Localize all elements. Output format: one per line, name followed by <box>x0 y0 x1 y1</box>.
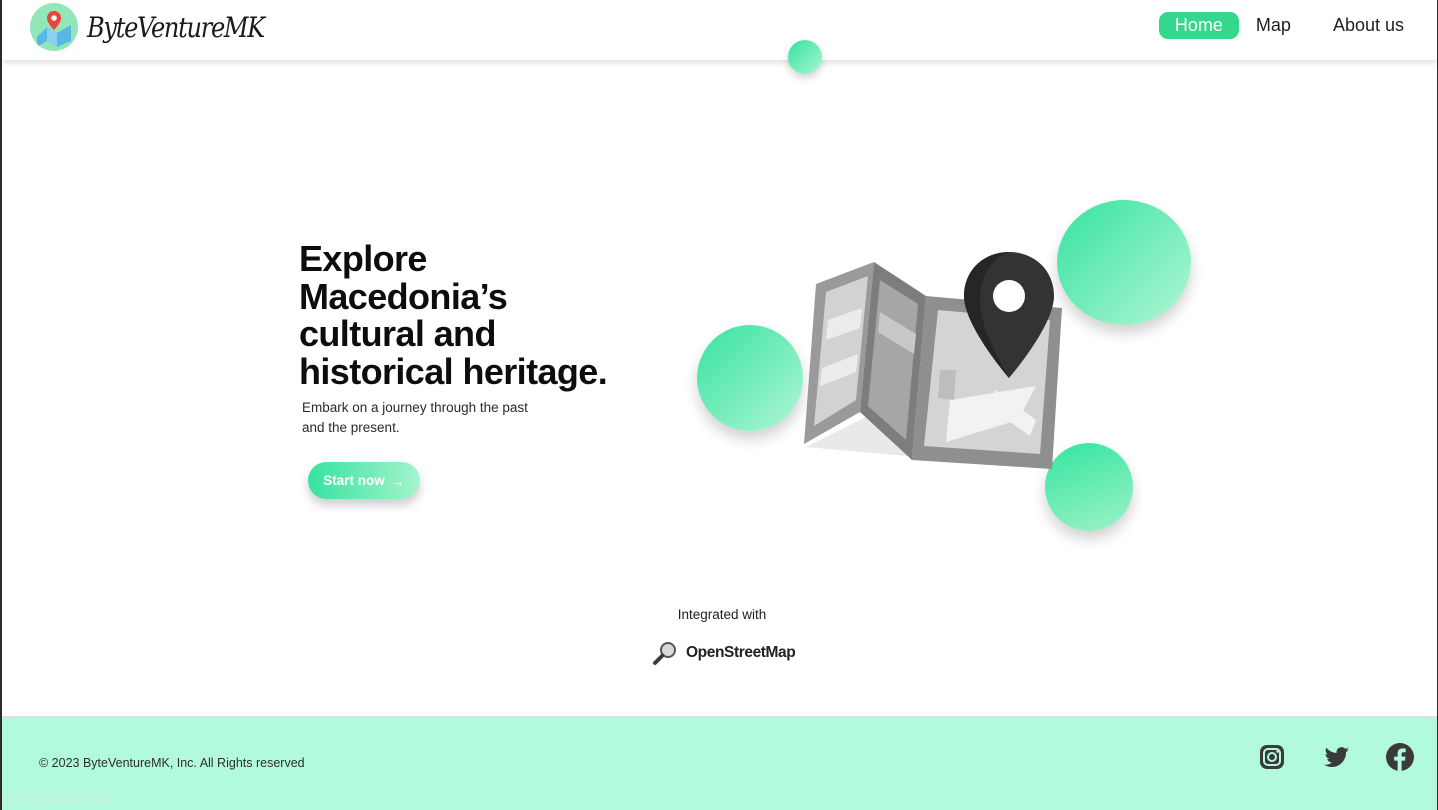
openstreetmap-logo[interactable]: OpenStreetMap <box>652 640 796 666</box>
hero-title: Explore Macedonia’s cultural and histori… <box>299 238 608 392</box>
copyright-text: © 2023 ByteVentureMK, Inc. All Rights re… <box>39 756 305 770</box>
nav-map[interactable]: Map <box>1249 12 1298 39</box>
brand-name: ByteVentureMK <box>87 10 265 44</box>
decorative-bubble-left <box>697 325 803 431</box>
nav-home[interactable]: Home <box>1158 12 1239 39</box>
twitter-icon[interactable] <box>1321 742 1351 772</box>
facebook-icon[interactable] <box>1385 742 1415 772</box>
hero-subtitle: Embark on a journey through the past and… <box>302 400 528 435</box>
decorative-dot <box>788 40 822 74</box>
folded-map-illustration <box>804 252 1062 469</box>
nav-about-us[interactable]: About us <box>1326 12 1411 39</box>
brand-logo[interactable]: ByteVentureMK <box>30 3 293 51</box>
site-header: ByteVentureMK Home Map About us <box>2 0 1437 60</box>
openstreetmap-name: OpenStreetMap <box>686 644 796 661</box>
instagram-icon[interactable] <box>1257 742 1287 772</box>
decorative-bubble-top <box>1057 200 1191 325</box>
integrated-with-label: Integrated with <box>677 607 767 622</box>
social-links <box>1257 742 1415 772</box>
start-now-button[interactable]: Start now → <box>308 462 420 499</box>
map-pin-logo-icon <box>30 3 78 51</box>
start-now-label: Start now <box>323 473 385 488</box>
arrow-right-icon: → <box>390 472 405 489</box>
magnifier-icon <box>653 642 676 665</box>
main-nav: Home Map About us <box>1158 12 1411 39</box>
status-link-hint: div#about-us <box>4 787 111 807</box>
site-footer: © 2023 ByteVentureMK, Inc. All Rights re… <box>2 716 1437 810</box>
